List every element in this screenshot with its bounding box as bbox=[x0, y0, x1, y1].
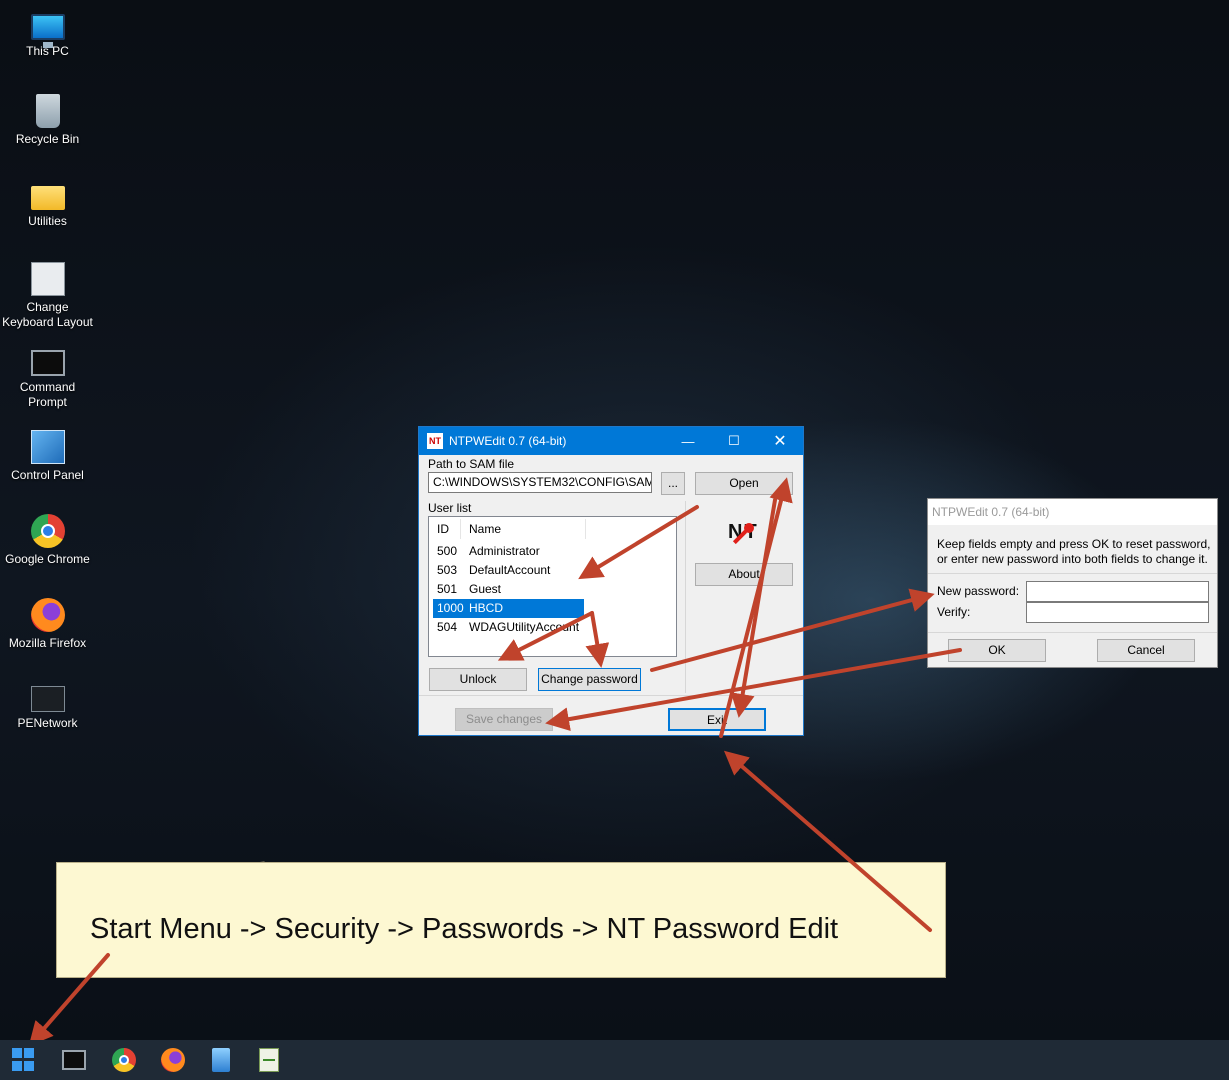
network-icon bbox=[30, 686, 65, 712]
change-password-dialog: NTPWEdit 0.7 (64-bit) Keep fields empty … bbox=[927, 498, 1218, 668]
ntpwedit-logo: NT bbox=[728, 521, 762, 555]
user-row-selected[interactable]: 1000 HBCD bbox=[433, 599, 584, 618]
new-password-label: New password: bbox=[937, 584, 1020, 598]
desktop-icon-control-panel[interactable]: Control Panel bbox=[0, 424, 95, 483]
instruction-note: Start Menu -> Security -> Passwords -> N… bbox=[56, 862, 946, 978]
command-prompt-icon[interactable] bbox=[62, 1050, 86, 1070]
user-name: WDAGUtilityAccount bbox=[469, 620, 580, 634]
desktop-icon-label: PENetwork bbox=[17, 716, 78, 730]
unlock-button[interactable]: Unlock bbox=[429, 668, 527, 691]
path-label: Path to SAM file bbox=[428, 457, 515, 471]
desktop-icon-mozilla-firefox[interactable]: Mozilla Firefox bbox=[0, 592, 95, 651]
taskbar bbox=[0, 1040, 1229, 1080]
folder-icon bbox=[30, 186, 65, 210]
firefox-icon bbox=[30, 598, 65, 632]
about-button[interactable]: About bbox=[695, 563, 793, 586]
ok-button[interactable]: OK bbox=[948, 639, 1046, 662]
user-list[interactable]: ID Name 500 Administrator 503 DefaultAcc… bbox=[428, 516, 677, 657]
column-header-id[interactable]: ID bbox=[437, 517, 449, 541]
note-text: Start Menu -> Security -> Passwords -> N… bbox=[90, 913, 839, 945]
browse-button[interactable]: ... bbox=[661, 472, 685, 495]
desktop-icon-label: Mozilla Firefox bbox=[8, 636, 87, 650]
start-icon[interactable] bbox=[12, 1048, 36, 1072]
chrome-icon[interactable] bbox=[112, 1048, 136, 1072]
desktop-icon-label: Utilities bbox=[28, 214, 67, 228]
desktop-icon-recycle-bin[interactable]: Recycle Bin bbox=[0, 88, 95, 147]
verify-label: Verify: bbox=[937, 605, 971, 619]
recycle-bin-icon bbox=[35, 94, 60, 128]
chrome-icon bbox=[30, 514, 65, 548]
verify-password-input[interactable] bbox=[1026, 602, 1209, 623]
dialog-instruction-line1: Keep fields empty and press OK to reset … bbox=[937, 537, 1211, 551]
task-manager-icon[interactable] bbox=[259, 1048, 279, 1072]
desktop-icon-google-chrome[interactable]: Google Chrome bbox=[0, 508, 95, 567]
user-name: Guest bbox=[469, 582, 502, 596]
close-button[interactable]: ✕ bbox=[757, 427, 803, 455]
computer-icon bbox=[30, 14, 65, 48]
exit-button[interactable]: Exit bbox=[668, 708, 766, 731]
desktop-icon-utilities[interactable]: Utilities bbox=[0, 172, 95, 229]
open-button[interactable]: Open bbox=[695, 472, 793, 495]
user-list-label: User list bbox=[428, 501, 472, 515]
save-changes-button[interactable]: Save changes bbox=[455, 708, 553, 731]
maximize-button[interactable]: ☐ bbox=[711, 427, 757, 455]
user-row[interactable]: 501 Guest bbox=[433, 580, 584, 599]
change-password-button[interactable]: Change password bbox=[538, 668, 641, 691]
new-password-input[interactable] bbox=[1026, 581, 1209, 602]
user-name: HBCD bbox=[469, 601, 504, 615]
user-id: 503 bbox=[437, 563, 458, 577]
desktop-icon-label: Command Prompt bbox=[19, 380, 76, 409]
desktop-icon-label: Change Keyboard Layout bbox=[2, 300, 93, 329]
desktop-icon-change-keyboard-layout[interactable]: Change Keyboard Layout bbox=[0, 256, 95, 330]
user-id: 501 bbox=[437, 582, 458, 596]
desktop-icon-this-pc[interactable]: This PC bbox=[0, 4, 95, 59]
dialog-title: NTPWEdit 0.7 (64-bit) bbox=[932, 505, 1050, 519]
user-row[interactable]: 504 WDAGUtilityAccount bbox=[433, 618, 584, 637]
user-name: Administrator bbox=[469, 544, 540, 558]
title-bar[interactable]: NT NTPWEdit 0.7 (64-bit) — ☐ ✕ bbox=[419, 427, 803, 455]
cancel-button[interactable]: Cancel bbox=[1097, 639, 1195, 662]
user-id: 500 bbox=[437, 544, 458, 558]
user-row[interactable]: 503 DefaultAccount bbox=[433, 561, 584, 580]
user-name: DefaultAccount bbox=[469, 563, 551, 577]
sam-path-input[interactable]: C:\WINDOWS\SYSTEM32\CONFIG\SAM bbox=[428, 472, 652, 493]
ntpwedit-main-window: NT NTPWEdit 0.7 (64-bit) — ☐ ✕ Path to S… bbox=[418, 426, 804, 736]
firefox-icon[interactable] bbox=[161, 1048, 185, 1072]
app-icon: NT bbox=[427, 433, 443, 449]
notepad-icon[interactable] bbox=[212, 1048, 230, 1072]
keyboard-settings-icon bbox=[30, 262, 65, 296]
command-prompt-icon bbox=[30, 350, 65, 376]
window-title: NTPWEdit 0.7 (64-bit) bbox=[449, 434, 567, 448]
desktop-icon-penetwork[interactable]: PENetwork bbox=[0, 676, 95, 731]
control-panel-icon bbox=[30, 430, 65, 464]
user-row[interactable]: 500 Administrator bbox=[433, 542, 584, 561]
column-header-name[interactable]: Name bbox=[469, 517, 501, 541]
desktop-icon-label: Google Chrome bbox=[5, 552, 90, 566]
desktop-icon-label: Control Panel bbox=[11, 468, 84, 482]
user-id: 1000 bbox=[437, 601, 464, 615]
minimize-button[interactable]: — bbox=[665, 427, 711, 455]
dialog-title-bar[interactable]: NTPWEdit 0.7 (64-bit) bbox=[928, 499, 1217, 525]
dialog-instruction-line2: or enter new password into both fields t… bbox=[937, 552, 1208, 566]
user-id: 504 bbox=[437, 620, 458, 634]
desktop-icon-label: Recycle Bin bbox=[15, 132, 80, 146]
desktop-icon-command-prompt[interactable]: Command Prompt bbox=[0, 340, 95, 410]
